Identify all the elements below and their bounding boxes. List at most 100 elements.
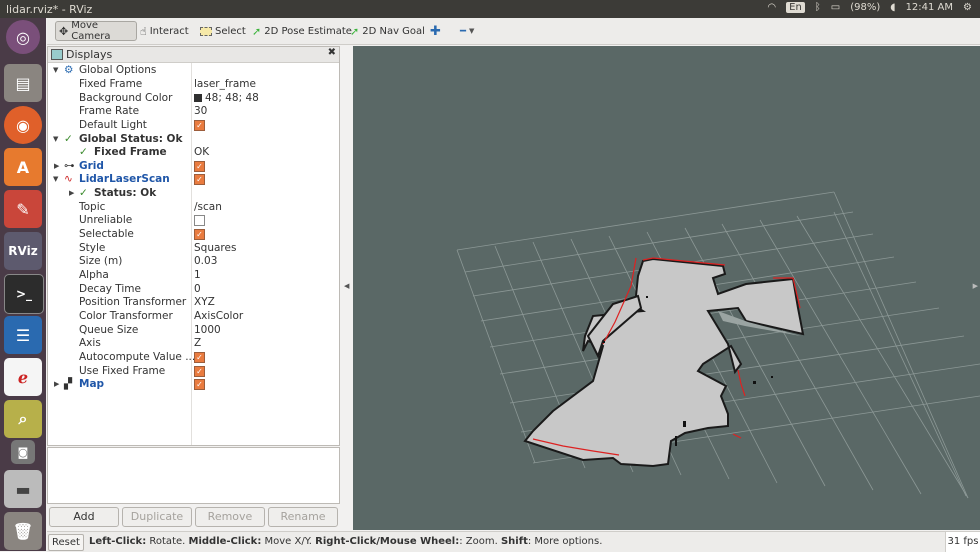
nav-goal-button[interactable]: ➚ 2D Nav Goal: [347, 22, 428, 40]
tree-row-axis[interactable]: Axis Z: [48, 337, 339, 350]
tree-row-queue-size[interactable]: Queue Size 1000: [48, 324, 339, 337]
render-viewport[interactable]: ▶: [353, 46, 980, 530]
remove-button[interactable]: Remove: [195, 507, 265, 527]
launcher: ◎ ▤ ◉ A ✎ RViz >_ ☰ ℯ ⌕ ◙ ▬ 🗑: [0, 18, 46, 551]
property-description: [47, 447, 340, 504]
collapse-left-icon[interactable]: ◀: [344, 282, 349, 290]
close-icon[interactable]: ✖: [328, 47, 336, 58]
tree-row-global-options[interactable]: ▼ ⚙ Global Options: [48, 64, 339, 77]
tree-row-style[interactable]: Style Squares: [48, 242, 339, 255]
tree-row-topic[interactable]: Topic /scan: [48, 201, 339, 214]
expand-down-icon[interactable]: ▼: [53, 133, 58, 146]
add-button[interactable]: Add: [49, 507, 119, 527]
tree-row-gs-fixed-frame[interactable]: ✓ Fixed Frame OK: [48, 146, 339, 159]
map-checkbox[interactable]: ✓: [194, 378, 205, 390]
check-icon: ✓: [79, 187, 88, 199]
expand-right-icon[interactable]: ▶: [69, 187, 74, 200]
tree-row-use-fixed-frame[interactable]: Use Fixed Frame ✓: [48, 365, 339, 378]
collapse-right-icon[interactable]: ▶: [973, 282, 978, 290]
fps-readout: 31 fps: [945, 532, 980, 552]
check-icon: ✓: [79, 146, 88, 158]
add-tool-button[interactable]: ✚: [427, 22, 444, 40]
tree-row-map[interactable]: ▶ ▞ Map ✓: [48, 378, 339, 391]
tree-row-lidar-status[interactable]: ▶ ✓ Status: Ok: [48, 187, 339, 200]
reset-button[interactable]: Reset: [48, 534, 84, 551]
selectable-checkbox[interactable]: ✓: [194, 228, 205, 240]
tree-row-unreliable[interactable]: Unreliable: [48, 214, 339, 227]
arrow-green-icon: ➚: [350, 24, 360, 38]
terminal-icon[interactable]: >_: [4, 274, 44, 314]
expand-right-icon[interactable]: ▶: [54, 378, 59, 391]
ubuntu-icon[interactable]: ◎: [6, 20, 40, 54]
files-icon[interactable]: ▤: [4, 64, 42, 102]
wifi-icon[interactable]: ◠: [767, 2, 776, 13]
gear-icon: ⚙: [64, 64, 74, 76]
window-title: lidar.rviz* - RViz: [6, 3, 93, 16]
tree-row-selectable[interactable]: Selectable ✓: [48, 228, 339, 241]
map-icon: ▞: [64, 378, 73, 390]
image-viewer-icon[interactable]: ⌕: [4, 400, 42, 438]
tree-row-fixed-frame[interactable]: Fixed Frame laser_frame: [48, 78, 339, 91]
autocompute-checkbox[interactable]: ✓: [194, 351, 205, 363]
unreliable-checkbox[interactable]: [194, 214, 205, 226]
tree-row-frame-rate[interactable]: Frame Rate 30: [48, 105, 339, 118]
monitor-icon: [51, 49, 63, 60]
drive-icon[interactable]: ▬: [4, 470, 42, 508]
remove-tool-button[interactable]: ━ ▼: [457, 22, 477, 40]
tree-row-alpha[interactable]: Alpha 1: [48, 269, 339, 282]
color-swatch: [194, 94, 202, 102]
tree-row-position-transformer[interactable]: Position Transformer XYZ: [48, 296, 339, 309]
writer-icon[interactable]: ☰: [4, 316, 42, 354]
hand-icon: ☝: [140, 24, 147, 38]
keyboard-layout[interactable]: En: [786, 2, 805, 13]
displays-buttons: Add Duplicate Remove Rename: [47, 507, 338, 527]
camera-icon[interactable]: ◙: [11, 440, 35, 464]
select-button[interactable]: Select: [197, 22, 249, 40]
clock[interactable]: 12:41 AM: [906, 2, 953, 13]
tree-row-decay-time[interactable]: Decay Time 0: [48, 283, 339, 296]
tree-row-color-transformer[interactable]: Color Transformer AxisColor: [48, 310, 339, 323]
volume-icon[interactable]: ◖: [890, 2, 895, 13]
tree-row-grid[interactable]: ▶ ⊶ Grid ✓: [48, 160, 339, 173]
default-light-checkbox[interactable]: ✓: [194, 119, 205, 131]
select-icon: [200, 26, 212, 36]
tree-row-default-light[interactable]: Default Light ✓: [48, 119, 339, 132]
expand-down-icon[interactable]: ▼: [53, 64, 58, 77]
software-center-icon[interactable]: A: [4, 148, 42, 186]
grid-icon: ⊶: [64, 160, 75, 172]
tree-row-size[interactable]: Size (m) 0.03: [48, 255, 339, 268]
grid-checkbox[interactable]: ✓: [194, 160, 205, 172]
tree-row-lidar[interactable]: ▼ ∿ LidarLaserScan ✓: [48, 173, 339, 186]
trash-icon[interactable]: 🗑: [4, 512, 42, 550]
use-fixed-frame-checkbox[interactable]: ✓: [194, 365, 205, 377]
gear-icon[interactable]: ⚙: [963, 2, 972, 13]
lidar-checkbox[interactable]: ✓: [194, 173, 205, 185]
move-icon: ✥: [59, 24, 69, 38]
bluetooth-icon[interactable]: ᛒ: [815, 2, 821, 13]
laser-scan-icon: ∿: [64, 173, 73, 185]
occupancy-map: [523, 257, 805, 468]
pose-estimate-button[interactable]: ➚ 2D Pose Estimate: [249, 22, 355, 40]
duplicate-button[interactable]: Duplicate: [122, 507, 192, 527]
tree-row-autocompute[interactable]: Autocompute Value ... ✓: [48, 351, 339, 364]
battery-icon[interactable]: ▭: [831, 2, 840, 13]
check-icon: ✓: [64, 133, 73, 145]
firefox-icon[interactable]: ◉: [4, 106, 42, 144]
system-indicators: ◠ En ᛒ ▭ (98%) ◖ 12:41 AM ⚙: [767, 2, 972, 13]
top-panel: lidar.rviz* - RViz ◠ En ᛒ ▭ (98%) ◖ 12:4…: [0, 0, 980, 18]
move-camera-button[interactable]: ✥ Move Camera: [55, 20, 137, 42]
tree-row-global-status[interactable]: ▼ ✓ Global Status: Ok: [48, 133, 339, 146]
settings-icon[interactable]: ✎: [4, 190, 42, 228]
tool-bar: ✥ Move Camera ☝ Interact Select ➚ 2D Pos…: [47, 18, 980, 45]
pdf-viewer-icon[interactable]: ℯ: [4, 358, 42, 396]
expand-right-icon[interactable]: ▶: [54, 160, 59, 173]
tree-row-background-color[interactable]: Background Color 48; 48; 48: [48, 92, 339, 105]
panel-splitter[interactable]: ◀: [341, 46, 352, 530]
expand-down-icon[interactable]: ▼: [53, 173, 58, 186]
arrow-green-icon: ➚: [252, 24, 262, 38]
rviz-icon[interactable]: RViz: [4, 232, 42, 270]
battery-percent[interactable]: (98%): [850, 2, 880, 13]
displays-header: Displays ✖: [48, 47, 339, 63]
interact-button[interactable]: ☝ Interact: [137, 22, 192, 40]
rename-button[interactable]: Rename: [268, 507, 338, 527]
